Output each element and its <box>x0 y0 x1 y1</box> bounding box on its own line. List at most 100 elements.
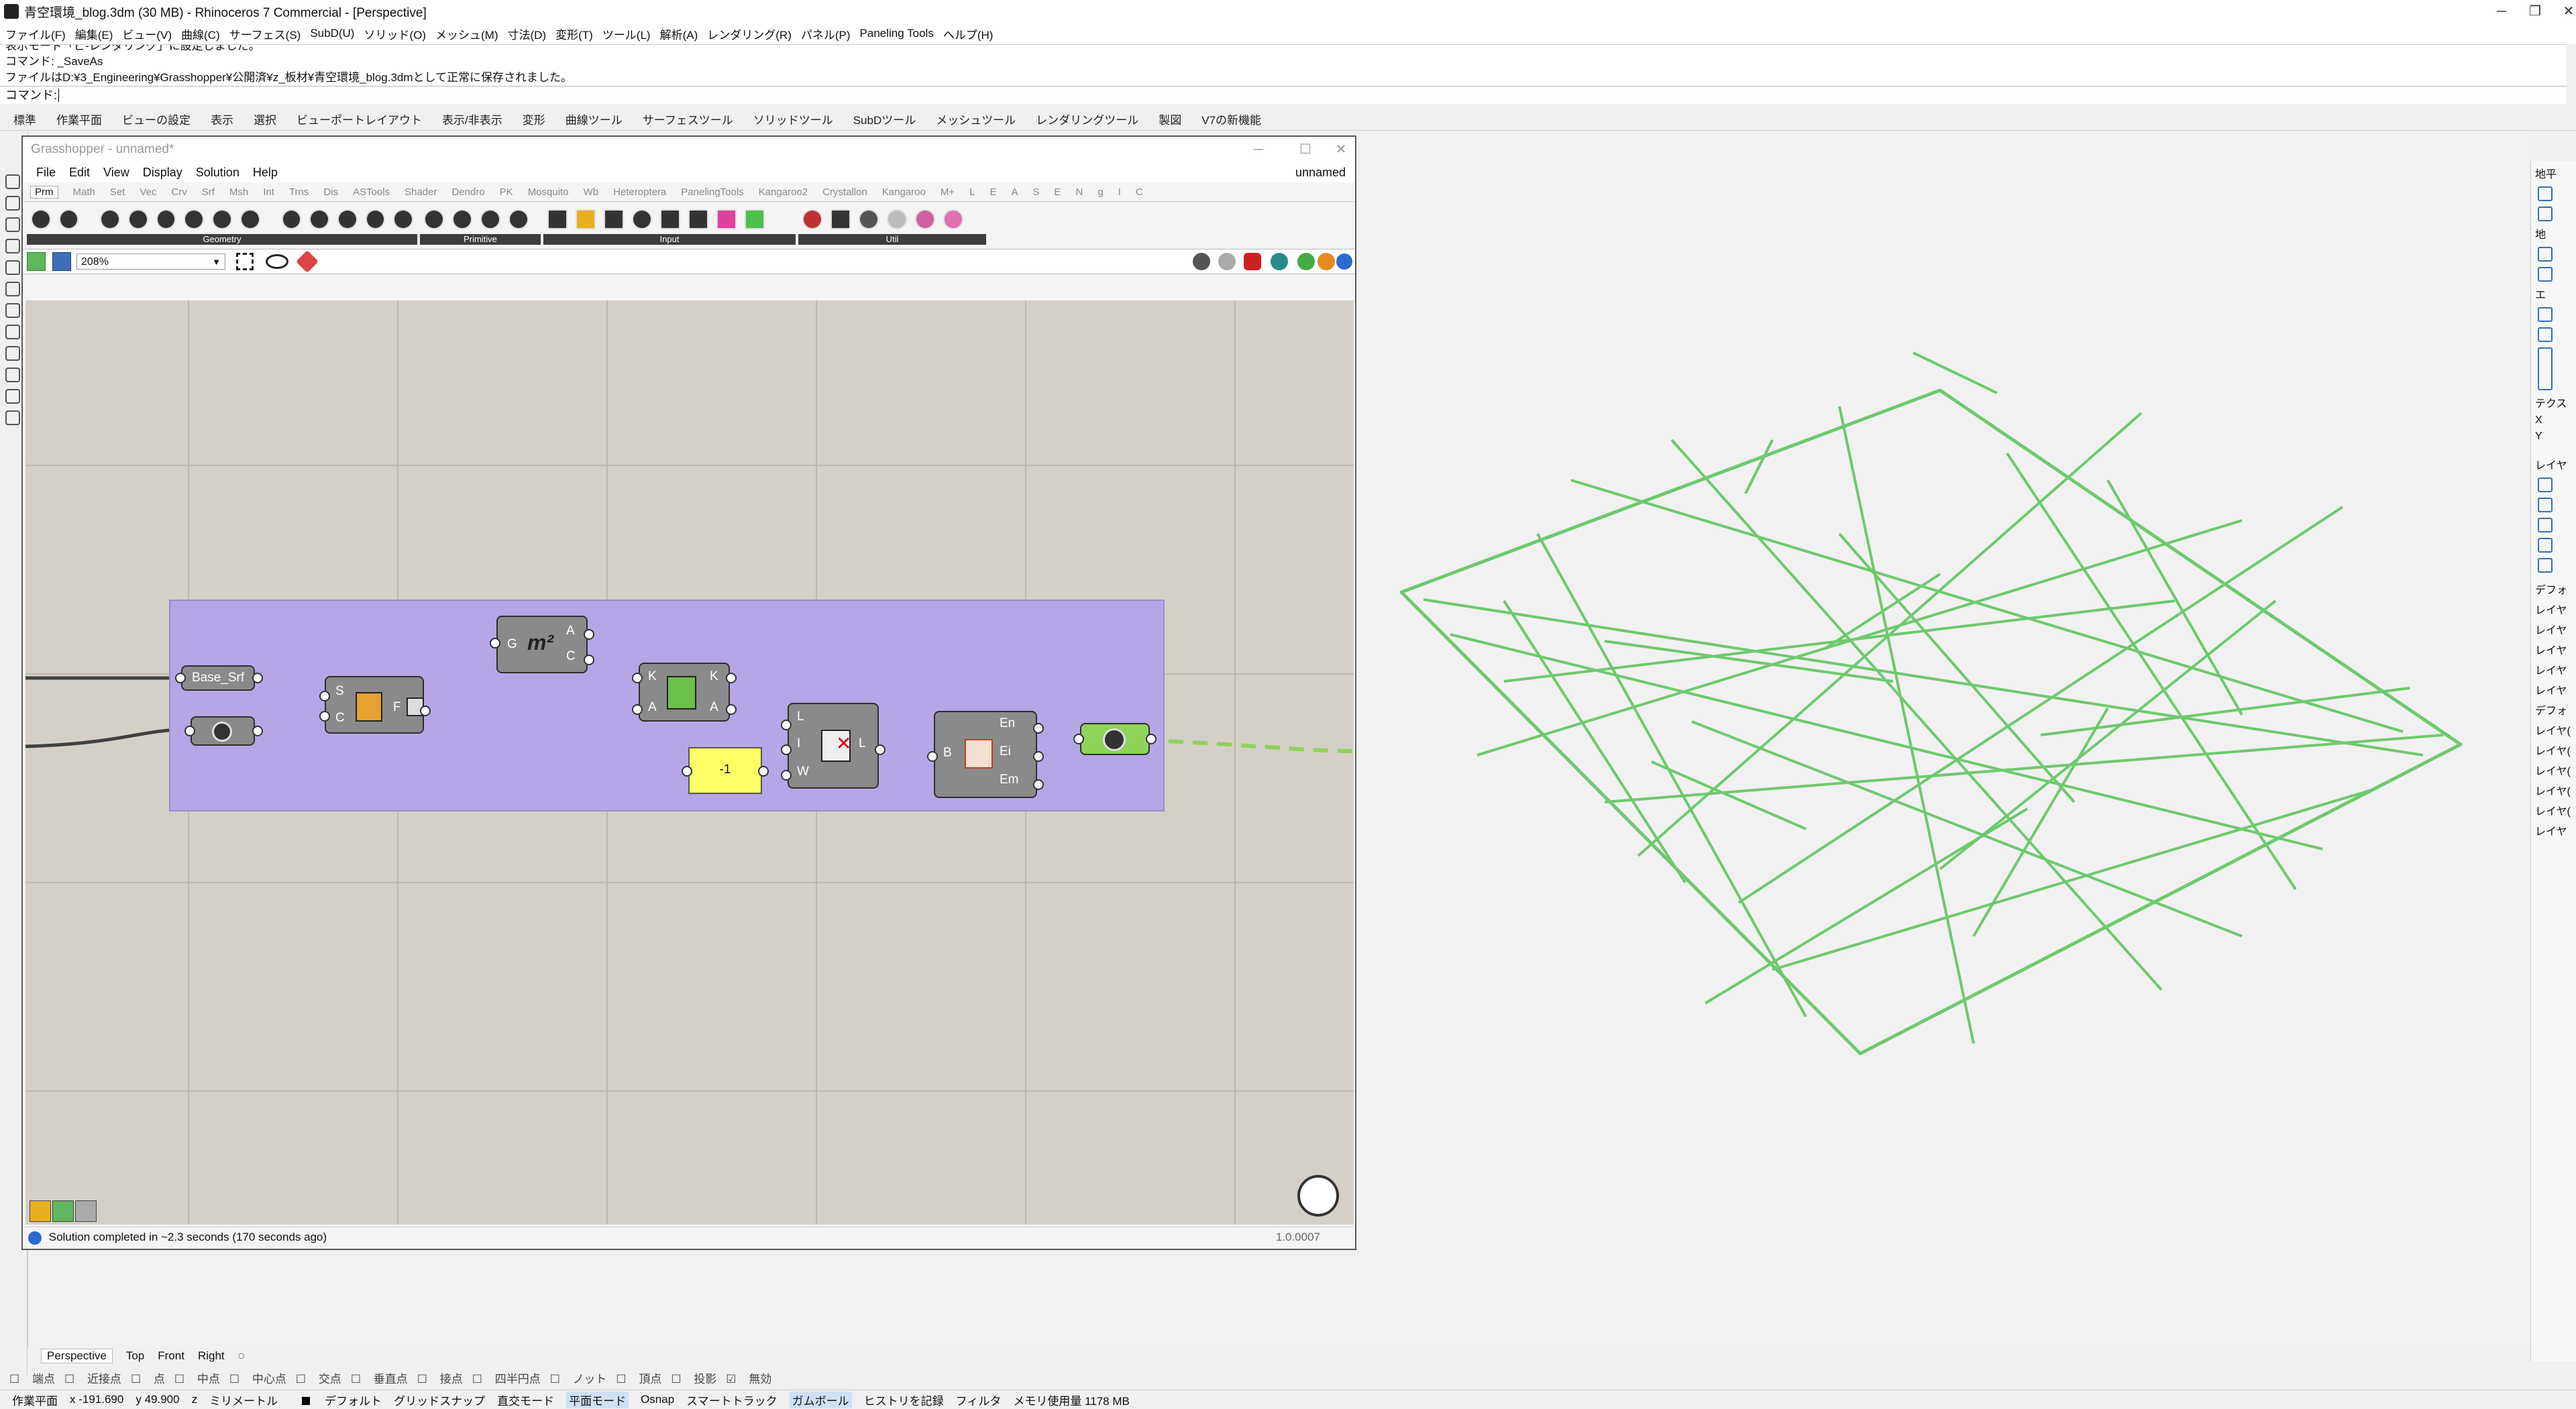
tab-subd-tools[interactable]: SubDツール <box>853 111 916 127</box>
tab-c[interactable]: C <box>1136 186 1143 198</box>
gh-maximize-icon[interactable]: ☐ <box>1284 137 1327 162</box>
grasshopper-canvas[interactable]: Base_Srf S C F G m² A C K A K A -1 L I W… <box>25 300 1354 1225</box>
param-icon[interactable] <box>480 209 500 229</box>
osnap-disable[interactable]: ☑ 無効 <box>726 1369 771 1386</box>
osnap-perp[interactable]: ☐ 垂直点 <box>351 1369 408 1386</box>
tab-g[interactable]: g <box>1097 186 1103 198</box>
tab-crystallon[interactable]: Crystallon <box>822 186 867 198</box>
ellipse-icon[interactable] <box>5 325 20 339</box>
tab-s[interactable]: S <box>1032 186 1039 198</box>
tab-visibility[interactable]: 表示/非表示 <box>442 111 502 127</box>
menu-tools[interactable]: ツール(L) <box>602 25 651 42</box>
sort-list-component[interactable]: K A K A <box>639 663 730 722</box>
osnap-project[interactable]: ☐ 投影 <box>671 1369 716 1386</box>
line-icon[interactable] <box>5 282 20 296</box>
radio-selected-icon[interactable] <box>2538 327 2553 342</box>
list-icon[interactable] <box>688 209 708 229</box>
input-grip[interactable] <box>319 711 330 722</box>
gh-menu-display[interactable]: Display <box>143 166 182 180</box>
current-layer[interactable]: デフォルト <box>290 1392 382 1408</box>
tab-new-in-v7[interactable]: V7の新機能 <box>1201 111 1261 127</box>
menu-mesh[interactable]: メッシュ(M) <box>435 25 498 42</box>
value-list-icon[interactable] <box>660 209 680 229</box>
add-viewport-icon[interactable]: ◌ <box>238 1349 245 1363</box>
menu-solid[interactable]: ソリッド(O) <box>364 25 426 42</box>
navigation-compass-icon[interactable] <box>1297 1175 1339 1217</box>
zoom-dropdown[interactable]: 208% ▼ <box>76 253 225 270</box>
toggle-filter[interactable]: フィルタ <box>956 1392 1002 1408</box>
tab-transform[interactable]: Trns <box>289 186 309 198</box>
osnap-knot[interactable]: ☐ ノット <box>550 1369 607 1386</box>
param-icon[interactable] <box>309 209 329 229</box>
osnap-quad[interactable]: ☐ 四半円点 <box>472 1369 541 1386</box>
menu-transform[interactable]: 変形(T) <box>555 25 593 42</box>
param-icon[interactable] <box>184 209 205 229</box>
cull-index-component[interactable]: L I W ✕ L <box>788 703 879 789</box>
box-icon[interactable] <box>5 410 20 425</box>
tab-e[interactable]: E <box>989 186 996 198</box>
layer-item[interactable]: レイヤ( <box>2535 722 2573 738</box>
menu-analyze[interactable]: 解析(A) <box>660 25 698 42</box>
input-grip[interactable] <box>781 770 792 781</box>
fitness-icon[interactable] <box>915 209 935 229</box>
osnap-int[interactable]: ☐ 交点 <box>296 1369 341 1386</box>
param-icon[interactable] <box>452 209 472 229</box>
tab-params[interactable]: Prm <box>30 185 58 199</box>
paint-icon[interactable] <box>296 250 319 273</box>
gh-menu-file[interactable]: File <box>36 166 56 180</box>
tab-n[interactable]: N <box>1076 186 1083 198</box>
toggle-record-history[interactable]: ヒストリを記録 <box>864 1392 944 1408</box>
layer-item[interactable]: レイヤ <box>2535 681 2573 697</box>
tab-intersect[interactable]: Int <box>263 186 274 198</box>
tab-mosquito[interactable]: Mosquito <box>528 186 569 198</box>
menu-panels[interactable]: パネル(P) <box>801 25 851 42</box>
toggle-planar[interactable]: 平面モード <box>566 1391 629 1408</box>
cluster-icon[interactable] <box>830 209 851 229</box>
brep-edges-component[interactable]: B En Ei Em <box>934 711 1037 798</box>
param-icon[interactable] <box>281 209 302 229</box>
input-grip[interactable] <box>1073 734 1084 744</box>
input-grip[interactable] <box>175 673 186 683</box>
tab-cplane[interactable]: 作業平面 <box>56 111 102 127</box>
param-icon[interactable] <box>365 209 386 229</box>
layer-item[interactable]: デフォ <box>2535 581 2573 597</box>
layer-item[interactable]: レイヤ( <box>2535 782 2573 798</box>
open-file-icon[interactable] <box>27 252 46 271</box>
cherry-icon[interactable] <box>802 209 822 229</box>
polyline-icon[interactable] <box>5 217 20 232</box>
osnap-tan[interactable]: ☐ 接点 <box>417 1369 463 1386</box>
tab-display[interactable]: 表示 <box>211 111 233 127</box>
layer-filter-icon[interactable] <box>2538 538 2553 553</box>
eye-icon[interactable] <box>266 254 288 269</box>
surface-icon[interactable] <box>5 389 20 404</box>
output-grip[interactable] <box>252 673 263 683</box>
circle-icon[interactable] <box>5 303 20 318</box>
arc-icon[interactable] <box>5 260 20 275</box>
canvas-widget-icon[interactable] <box>52 1200 74 1222</box>
canvas-widget-icon[interactable] <box>30 1200 51 1222</box>
tab-mplus[interactable]: M+ <box>941 186 955 198</box>
tab-top[interactable]: Top <box>126 1349 144 1363</box>
layer-item[interactable]: レイヤ( <box>2535 802 2573 818</box>
util-group-label[interactable]: Util <box>798 234 986 245</box>
output-grip[interactable] <box>1033 751 1044 762</box>
tab-kangaroo2[interactable]: Kangaroo2 <box>759 186 808 198</box>
tab-solid-tools[interactable]: ソリッドツール <box>753 111 833 127</box>
tab-standard[interactable]: 標準 <box>13 111 36 127</box>
layer-tools-icon[interactable] <box>2538 558 2553 573</box>
toggle-smarttrack[interactable]: スマートトラック <box>686 1392 777 1408</box>
input-grip[interactable] <box>184 726 195 736</box>
object-icon[interactable] <box>2538 207 2553 221</box>
param-icon[interactable] <box>239 209 260 229</box>
param-icon[interactable] <box>58 209 79 229</box>
dropdown-icon[interactable] <box>2538 347 2553 390</box>
layer-item[interactable]: レイヤ <box>2535 601 2573 617</box>
wireframe-icon[interactable] <box>1218 253 1236 270</box>
tab-dendro[interactable]: Dendro <box>451 186 484 198</box>
output-grip[interactable] <box>726 673 737 683</box>
cursor-icon[interactable] <box>2538 267 2553 282</box>
primitive-group-label[interactable]: Primitive <box>420 234 541 245</box>
gradient-icon[interactable] <box>716 209 737 229</box>
slider-icon[interactable] <box>547 209 568 229</box>
menu-paneling-tools[interactable]: Paneling Tools <box>860 27 934 40</box>
